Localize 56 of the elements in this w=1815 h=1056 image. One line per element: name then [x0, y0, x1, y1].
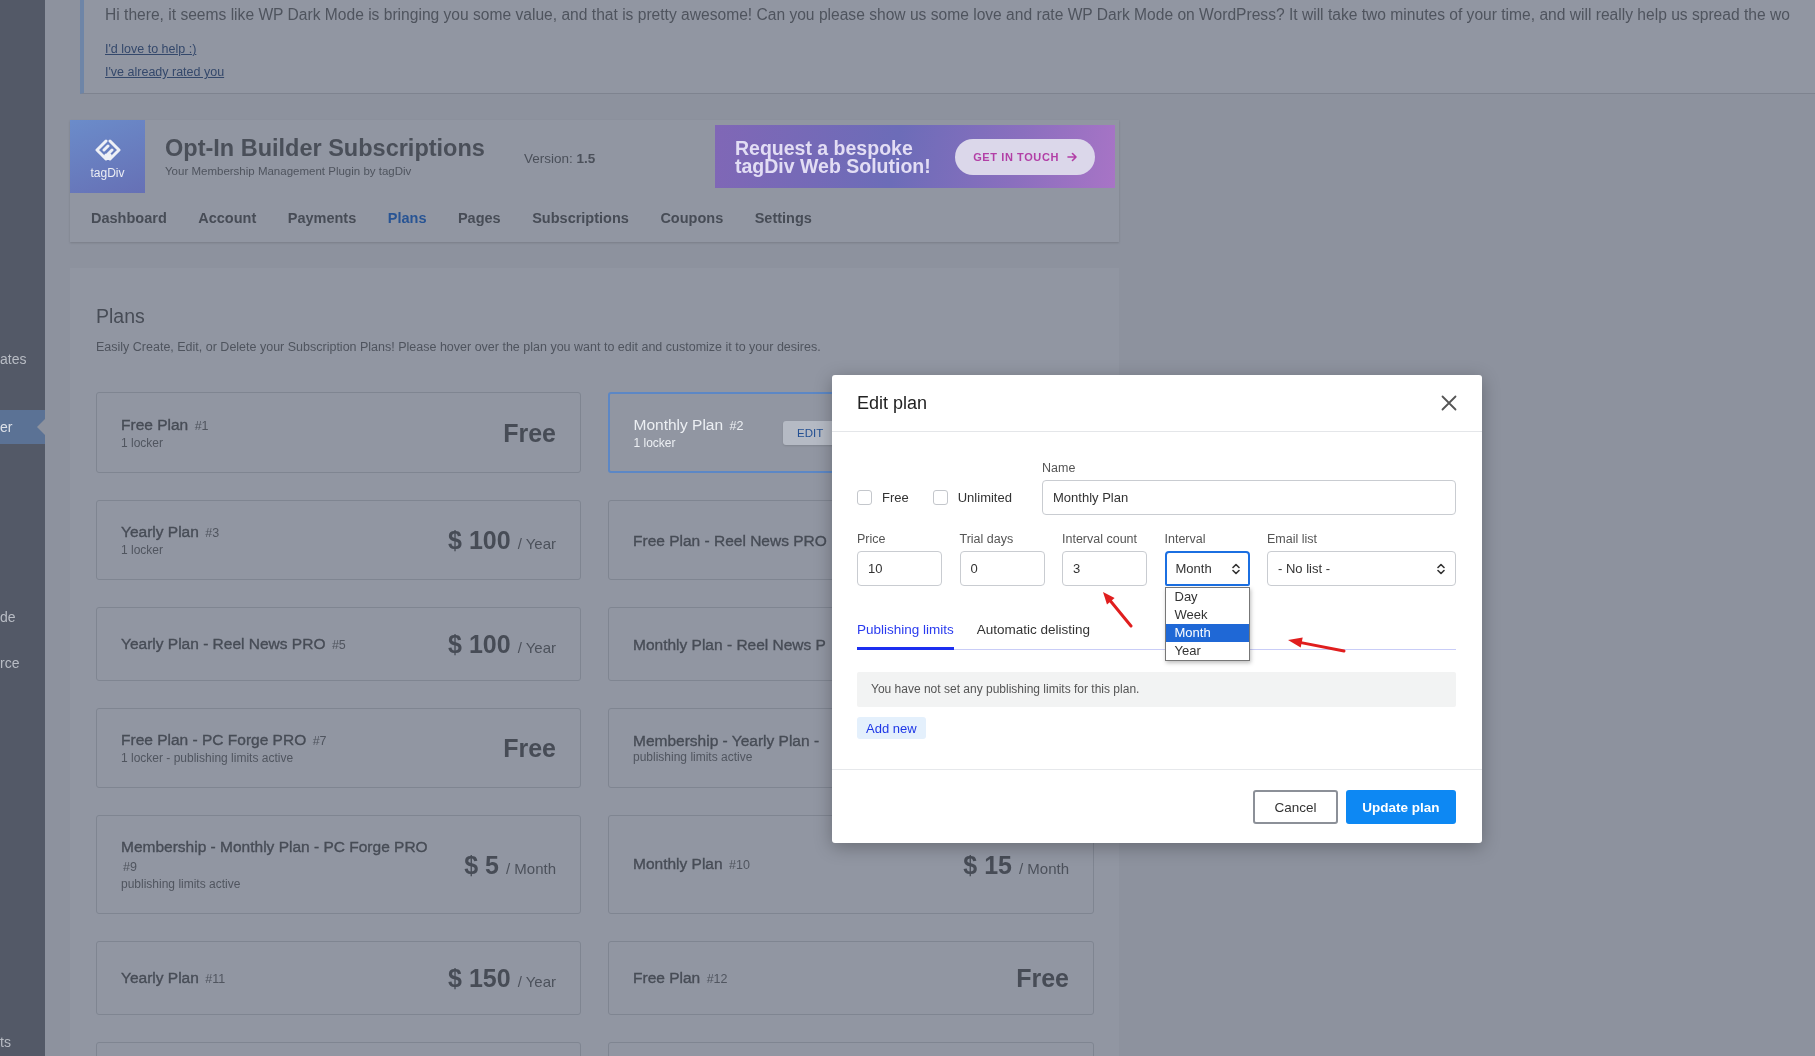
plan-details: 1 locker	[121, 543, 165, 558]
field-label: Interval	[1164, 531, 1207, 547]
plan-name: Monthly Plan	[633, 415, 724, 433]
plan-period: / Year	[517, 973, 556, 990]
field-label: Name	[1042, 460, 1077, 476]
plan-name: Membership - Yearly Plan -	[633, 732, 820, 749]
plan-period: / Month	[505, 859, 556, 877]
plan-price: $ 100	[448, 525, 511, 555]
logo-text: tagDiv	[90, 166, 125, 180]
plan-name: Monthly Plan	[633, 855, 723, 872]
plan-period: / Year	[517, 639, 556, 656]
plan-number: #10	[729, 858, 750, 872]
info-message: You have not set any publishing limits for this plan.	[857, 672, 1456, 707]
field-label: Interval count	[1062, 531, 1139, 547]
plan-number: #12	[706, 971, 728, 986]
banner-headline: Request a bespoke tagDiv Web Solution!	[735, 138, 932, 175]
field-label: Price	[857, 531, 887, 547]
plan-number: #7	[312, 734, 327, 748]
field-label: Trial days	[959, 531, 1015, 547]
plugin-title: Opt-In Builder Subscriptions	[165, 134, 485, 162]
plan-number: #2	[729, 418, 744, 433]
plan-name: Monthly Plan - Reel News P	[633, 635, 826, 653]
plan-name: Yearly Plan - Reel News PRO	[121, 634, 326, 652]
plan-name: Free Plan - PC Forge PRO	[121, 731, 307, 748]
plan-name: Free Plan	[633, 968, 701, 986]
modal-title: Edit plan	[857, 392, 928, 414]
plan-name: Membership - Monthly Plan - PC Forge PRO	[121, 838, 428, 855]
plan-price: Free	[503, 733, 556, 763]
version-text: Version: 1.5	[523, 151, 596, 166]
plan-price: Free	[503, 417, 556, 448]
plugin-subtitle: Your Membership Management Plugin by tagDiv	[165, 163, 413, 179]
plan-number: #9	[123, 860, 137, 874]
plan-name: Yearly Plan	[121, 523, 199, 540]
plan-price: $ 150	[448, 963, 511, 993]
plan-number: #3	[205, 526, 220, 540]
plan-price: $ 100	[448, 629, 511, 659]
plans-description: Easily Create, Edit, or Delete your Subscription Plans! Please hover over the plan you want to edit and customize it to your desires.	[96, 339, 822, 355]
plan-number: #1	[194, 418, 209, 433]
plan-details: publishing limits active	[121, 877, 242, 892]
field-label: Email list	[1267, 531, 1318, 547]
plan-price: Free	[1016, 963, 1069, 993]
plan-details: 1 locker	[633, 435, 677, 451]
plan-name: Free Plan - Reel News PRO	[633, 531, 827, 549]
plan-price: $ 5	[464, 849, 499, 880]
plan-name: Free Plan	[121, 415, 189, 433]
plan-details: 1 locker - publishing limits active	[121, 751, 295, 766]
plan-period: / Year	[517, 535, 556, 552]
plans-title: Plans	[96, 304, 146, 328]
plan-details: 1 locker	[121, 435, 165, 451]
plan-name: Yearly Plan	[121, 968, 199, 986]
plan-number: #5	[331, 637, 346, 652]
plan-number: #11	[205, 971, 226, 986]
plan-details: publishing limits active	[633, 750, 754, 765]
plan-price: $ 15	[963, 849, 1012, 880]
notice-text: Hi there, it seems like WP Dark Mode is bringing you some value, and that is pretty awesome! Can you please show us some love and rate WP Dark Mode on WordPress? It will take two minutes of your time, and will really help us spread the wo	[105, 5, 1791, 25]
plan-period: / Month	[1018, 859, 1069, 877]
